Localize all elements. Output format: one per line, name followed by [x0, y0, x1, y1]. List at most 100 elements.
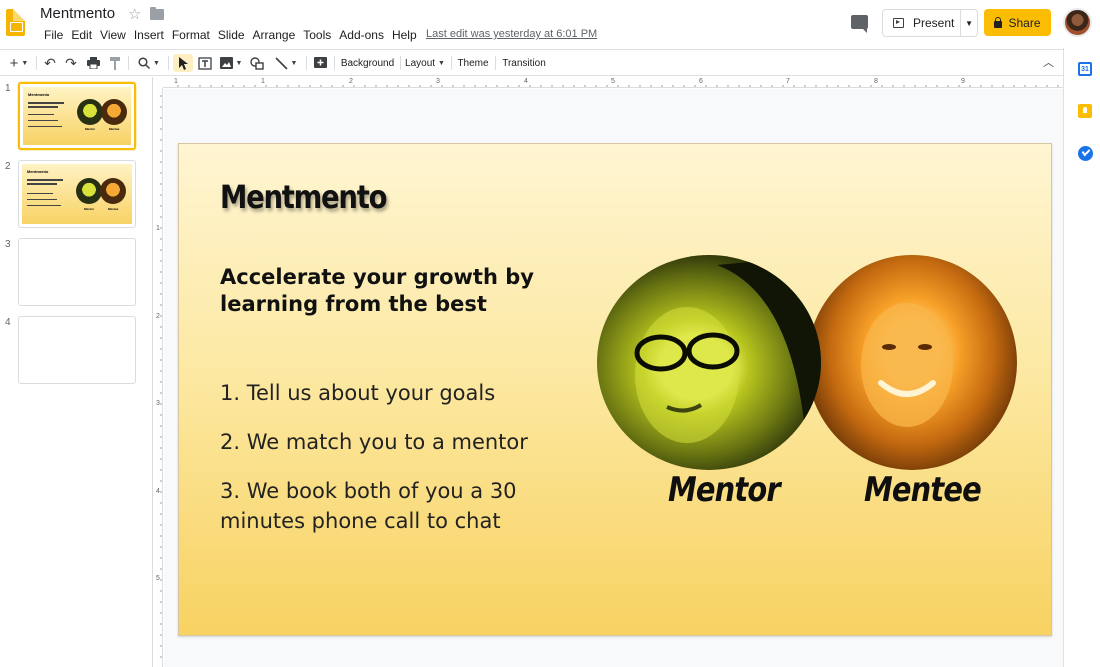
image-button[interactable]: ▼	[218, 54, 244, 72]
line-button[interactable]: ▼	[271, 54, 301, 72]
thumbnail-text-line	[28, 106, 58, 108]
avatar[interactable]	[1063, 8, 1092, 37]
slide-number: 2	[5, 161, 11, 172]
share-label: Share	[1008, 15, 1041, 30]
slide-thumbnail[interactable]	[18, 316, 136, 384]
slide-number: 3	[5, 239, 11, 250]
mentor-photo[interactable]	[597, 255, 821, 470]
thumbnail-mentee-label: Mentee	[109, 127, 120, 131]
ruler-number: 1	[261, 78, 265, 85]
slide[interactable]: Mentmento Accelerate your growth by lear…	[178, 143, 1052, 636]
side-panel: 31	[1063, 48, 1100, 667]
ruler-number: 3	[436, 78, 440, 85]
keep-icon[interactable]	[1078, 104, 1092, 118]
menu-format[interactable]: Format	[168, 27, 214, 43]
toolbar-divider	[495, 56, 496, 70]
chevron-down-icon: ▼	[438, 59, 445, 67]
slides-logo-icon[interactable]	[6, 9, 25, 36]
thumbnail-text-line	[28, 114, 54, 115]
background-button[interactable]: Background	[340, 54, 395, 72]
line-icon	[274, 56, 288, 70]
step-item[interactable]: 1. Tell us about your goals	[220, 378, 560, 408]
thumbnail-text-line	[28, 102, 64, 104]
ruler-number: 5	[156, 575, 160, 582]
menu-file[interactable]: File	[40, 27, 67, 43]
horizontal-ruler: 1 1 2 3 4 5 6 7 8 9	[163, 77, 1063, 88]
present-button[interactable]: Present	[883, 10, 962, 36]
thumbnail-title: Mentmento	[28, 92, 50, 97]
thumbnail-mentor-label: Mentor	[84, 207, 94, 211]
document-title[interactable]: Mentmento	[40, 5, 115, 22]
slide-title[interactable]: Mentmento	[220, 178, 387, 216]
layout-label: Layout	[405, 57, 436, 69]
ruler-number: 4	[524, 78, 528, 85]
star-icon[interactable]: ☆	[128, 5, 141, 23]
thumbnail-text-line	[27, 205, 61, 206]
paint-format-icon[interactable]	[107, 54, 123, 72]
comment-icon[interactable]	[851, 15, 868, 33]
present-label: Present	[913, 16, 955, 30]
slide-subtitle[interactable]: Accelerate your growth by learning from …	[220, 264, 560, 318]
select-tool-button[interactable]	[173, 54, 193, 72]
toolbar-divider	[400, 56, 401, 70]
mentee-face-shape	[861, 303, 953, 427]
present-options-caret-icon[interactable]: ▼	[961, 10, 977, 36]
present-button-group: Present ▼	[882, 9, 978, 37]
shape-icon[interactable]	[249, 54, 265, 72]
text-box-icon[interactable]	[196, 54, 214, 72]
menu-add-ons[interactable]: Add-ons	[335, 27, 388, 43]
toolbar-divider	[334, 56, 335, 70]
slide-thumbnail[interactable]: Mentmento Mentor Mentee	[18, 160, 136, 228]
step-item[interactable]: 2. We match you to a mentor	[220, 427, 560, 457]
undo-icon[interactable]: ↶	[42, 54, 58, 72]
chevron-up-icon[interactable]: ︿	[1043, 54, 1054, 70]
menu-slide[interactable]: Slide	[214, 27, 249, 43]
plus-icon: +	[9, 54, 19, 72]
folder-icon[interactable]	[150, 7, 164, 20]
mentor-label[interactable]: Mentor	[668, 470, 781, 510]
thumbnail-preview: Mentmento Mentor Mentee	[22, 164, 132, 224]
thumbnail-text-line	[27, 193, 53, 194]
menu-tools[interactable]: Tools	[299, 27, 335, 43]
mentee-label[interactable]: Mentee	[864, 470, 982, 510]
toolbar-divider	[128, 56, 129, 70]
ruler-number: 4	[156, 488, 160, 495]
tasks-icon[interactable]	[1078, 146, 1093, 161]
menu-arrange[interactable]: Arrange	[249, 27, 300, 43]
new-slide-button[interactable]: + ▼	[6, 54, 32, 72]
menu-help[interactable]: Help	[388, 27, 421, 43]
image-icon	[219, 57, 233, 69]
slide-thumbnail[interactable]: Mentmento Mentor Mentee	[18, 82, 136, 150]
calendar-icon[interactable]: 31	[1078, 62, 1092, 76]
chevron-down-icon: ▼	[290, 59, 298, 67]
toolbar-divider	[168, 56, 169, 70]
thumbnail-mentee-photo	[101, 99, 127, 125]
theme-button[interactable]: Theme	[456, 54, 490, 72]
toolbar-divider	[36, 56, 37, 70]
ruler-number: 5	[611, 78, 615, 85]
chevron-down-icon: ▼	[235, 59, 243, 67]
thumbnail-text-line	[27, 199, 57, 200]
mentee-photo[interactable]	[807, 255, 1017, 470]
present-icon	[893, 18, 904, 28]
layout-button[interactable]: Layout ▼	[405, 54, 445, 72]
ruler-number: 7	[786, 78, 790, 85]
slide-thumbnail[interactable]	[18, 238, 136, 306]
menu-view[interactable]: View	[96, 27, 130, 43]
thumbnail-mentee-photo	[100, 178, 126, 204]
menu-insert[interactable]: Insert	[130, 27, 168, 43]
share-button[interactable]: Share	[984, 9, 1051, 36]
ruler-number: 6	[699, 78, 703, 85]
last-edit-link[interactable]: Last edit was yesterday at 6:01 PM	[426, 28, 597, 40]
print-icon[interactable]	[85, 54, 101, 72]
redo-icon[interactable]: ↷	[63, 54, 79, 72]
zoom-button[interactable]: ▼	[135, 54, 163, 72]
menu-edit[interactable]: Edit	[67, 27, 96, 43]
add-comment-icon[interactable]	[312, 54, 329, 72]
step-item[interactable]: 3. We book both of you a 30 minutes phon…	[220, 476, 560, 536]
thumbnail-mentor-photo	[76, 178, 102, 204]
thumbnail-mentee-label: Mentee	[108, 207, 119, 211]
transition-button[interactable]: Transition	[500, 54, 548, 72]
zoom-icon	[138, 57, 151, 69]
thumbnail-text-line	[28, 120, 58, 121]
